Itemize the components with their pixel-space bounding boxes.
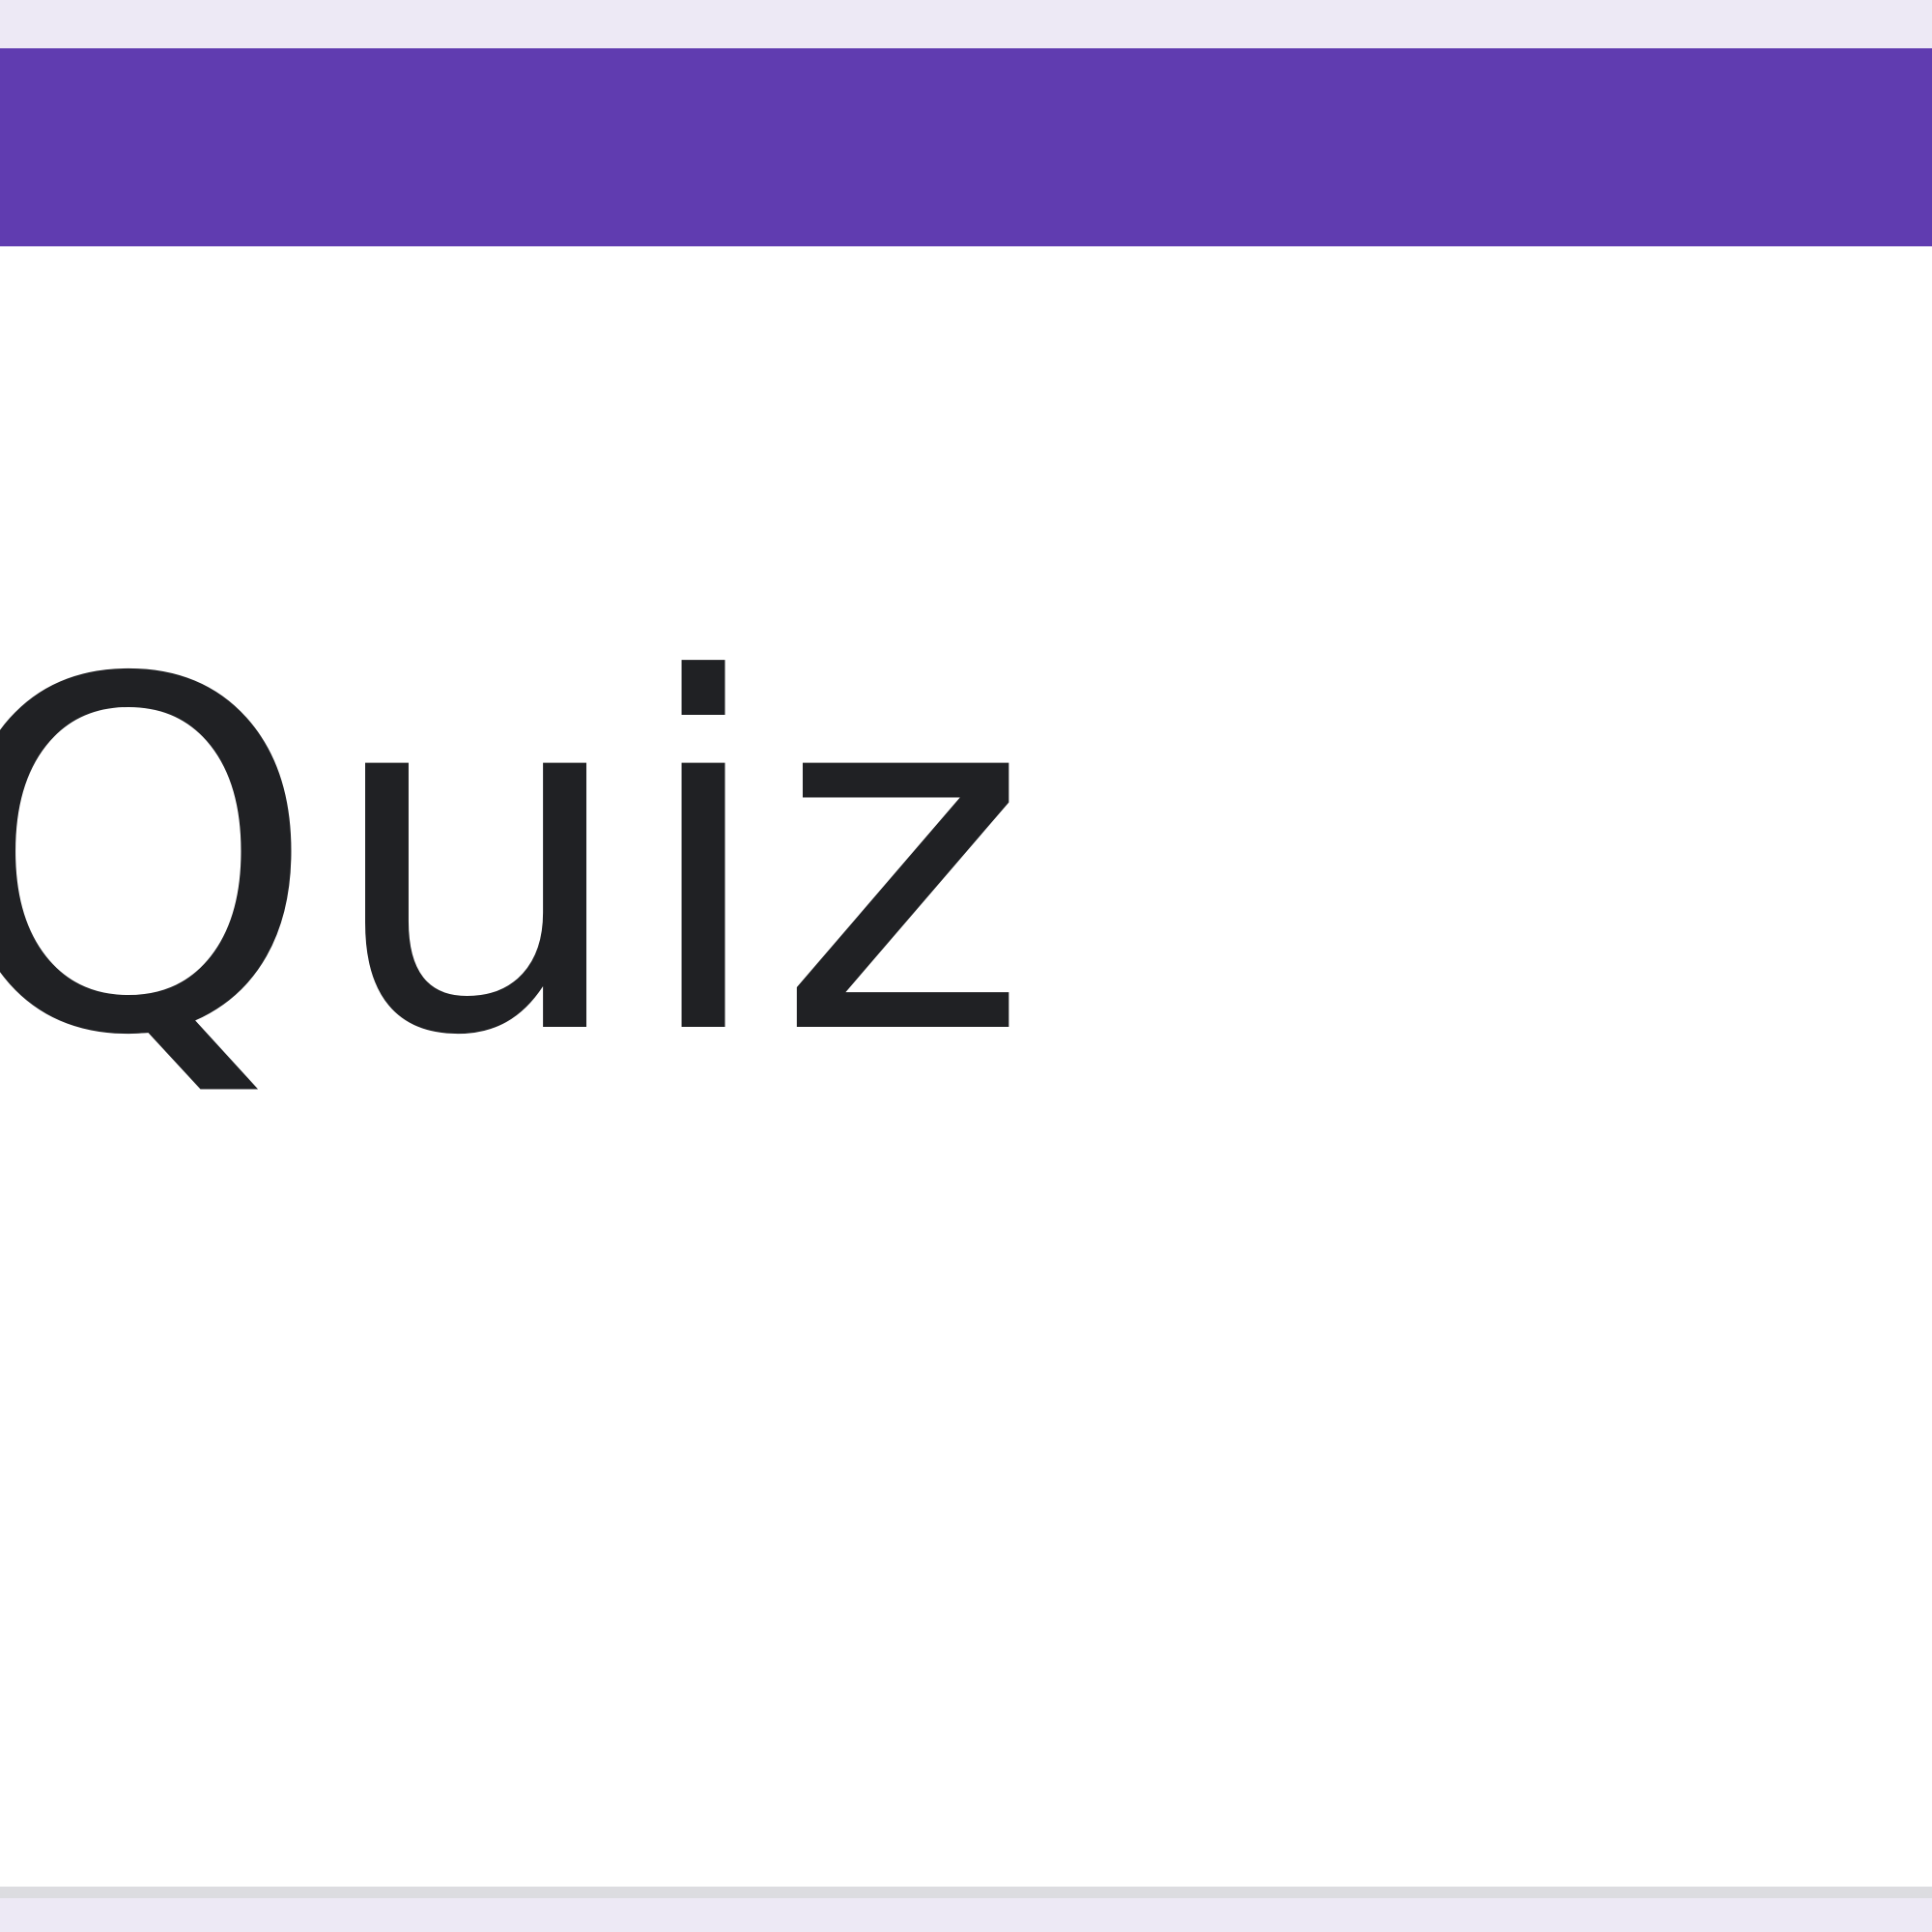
form-header-card: Quiz — [0, 48, 1932, 1898]
form-title[interactable]: Quiz — [0, 618, 1036, 1101]
theme-accent-bar — [0, 48, 1932, 246]
form-page: Quiz — [0, 0, 1932, 1932]
